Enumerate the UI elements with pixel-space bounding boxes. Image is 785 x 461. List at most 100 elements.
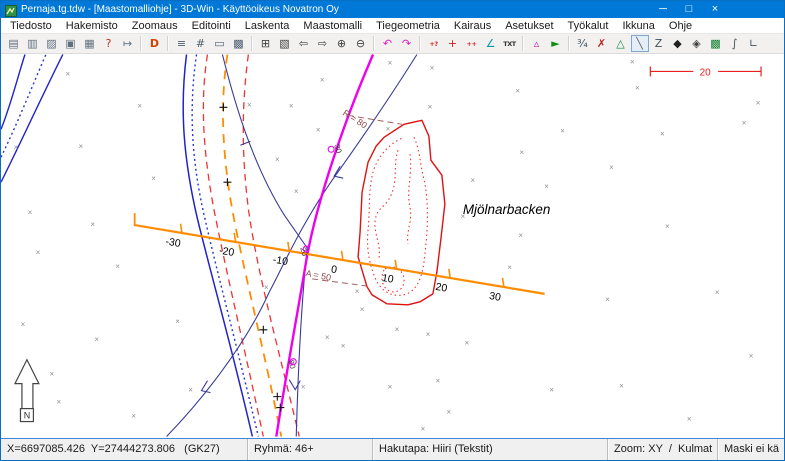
grid-point-marker: × — [447, 408, 452, 417]
check-points-icon[interactable]: ✗ — [593, 35, 611, 52]
grid-dialog-icon[interactable]: ▩ — [230, 35, 248, 52]
station-label: -10 — [272, 255, 289, 268]
grid-point-marker: × — [665, 222, 670, 231]
hook-tool-icon[interactable]: ∟ — [745, 35, 763, 52]
zoom-previous-icon[interactable]: ⇦ — [295, 35, 313, 52]
line-point-tool-icon[interactable]: ╲ — [631, 35, 649, 52]
xyz-convert-icon[interactable]: ¾ — [574, 35, 592, 52]
grid-point-marker: × — [749, 352, 754, 361]
north-arrow-icon: N — [15, 360, 39, 422]
menu-tiegeometria[interactable]: Tiegeometria — [369, 20, 447, 32]
station-label: -20 — [218, 246, 235, 259]
model-shield-icon[interactable]: ▩ — [707, 35, 725, 52]
menu-laskenta[interactable]: Laskenta — [238, 20, 297, 32]
grid-point-marker: × — [320, 75, 325, 84]
status-group: Ryhmä: 46+ — [248, 439, 373, 460]
file-save-icon[interactable]: ▥ — [24, 35, 42, 52]
status-search-mode: Hakutapa: Hiiri (Tekstit) — [373, 439, 608, 460]
grid-point-marker: × — [430, 63, 435, 72]
zoom-window-icon[interactable]: ▧ — [276, 35, 294, 52]
zoom-extents-icon[interactable]: ⊞ — [257, 35, 275, 52]
tangent-point-circle — [328, 146, 334, 152]
profile-tool-icon[interactable]: ▵ — [528, 35, 546, 52]
survey-point-marker — [276, 404, 284, 412]
menu-editointi[interactable]: Editointi — [185, 20, 238, 32]
menu-kairaus[interactable]: Kairaus — [447, 20, 498, 32]
model-circle-icon[interactable]: ◈ — [688, 35, 706, 52]
menu-ikkuna[interactable]: Ikkuna — [615, 20, 661, 32]
station-label: 30 — [488, 291, 501, 304]
zoom-out-icon[interactable]: ⊖ — [352, 35, 370, 52]
hill-contour-finger-dotted — [408, 154, 411, 244]
tin-model-icon[interactable]: ◆ — [669, 35, 687, 52]
dialog-icon[interactable]: ▭ — [211, 35, 229, 52]
scale-bar-label: 20 — [700, 67, 712, 78]
maximize-button[interactable]: □ — [676, 1, 702, 18]
station-label: -30 — [165, 237, 182, 250]
angle-tool-icon[interactable]: ∠ — [482, 35, 500, 52]
redo-icon[interactable]: ↷ — [398, 35, 416, 52]
grid-point-marker: × — [426, 330, 431, 339]
grid-point-marker: × — [619, 382, 624, 391]
close-button[interactable]: × — [702, 1, 728, 18]
grid-point-marker: × — [464, 339, 469, 348]
map-canvas[interactable]: R = 80 A = 50 Mjölnarbacken 20 N — [1, 54, 784, 438]
zoom-next-icon[interactable]: ⇨ — [314, 35, 332, 52]
point-add-icon[interactable]: + — [444, 35, 462, 52]
point-move-icon[interactable]: ++ — [463, 35, 481, 52]
file-read-icon[interactable]: ▤ — [5, 35, 23, 52]
station-label: 0 — [330, 264, 338, 276]
station-label: 20 — [435, 282, 448, 295]
file-pages-icon[interactable]: ▦ — [81, 35, 99, 52]
print-icon[interactable]: ≡ — [173, 35, 191, 52]
minimize-button[interactable]: ─ — [650, 1, 676, 18]
grid-point-marker: × — [90, 220, 95, 229]
menu-hakemisto[interactable]: Hakemisto — [59, 20, 125, 32]
menu-zoomaus[interactable]: Zoomaus — [125, 20, 185, 32]
menu-maastomalli[interactable]: Maastomalli — [296, 20, 369, 32]
grid-point-marker: × — [388, 383, 393, 392]
grid-point-marker: × — [28, 208, 33, 217]
file-copy-icon[interactable]: ▣ — [62, 35, 80, 52]
zoom-in-icon[interactable]: ⊕ — [333, 35, 351, 52]
grid-point-marker: × — [289, 101, 294, 110]
map-drawing: R = 80 A = 50 Mjölnarbacken 20 N — [1, 54, 784, 438]
grid-point-marker: × — [756, 98, 761, 107]
logo-d-icon[interactable]: D — [146, 35, 164, 52]
hill-contour-finger-dotted — [375, 150, 398, 258]
status-zoom-mode: Zoom: XY / Kulmat — [608, 439, 718, 460]
grid-point-marker: × — [325, 333, 330, 342]
grid-point-marker: × — [386, 124, 391, 133]
grid-point-marker: × — [21, 320, 26, 329]
toolbar: ▤▥▨▣▦?↦D≡#▭▩⊞▧⇦⇨⊕⊖↶↷+?+++∠TXT▵►¾✗△╲Z◆◈▩∫… — [1, 33, 784, 54]
grid-point-marker: × — [355, 287, 360, 296]
menu-tiedosto[interactable]: Tiedosto — [3, 20, 59, 32]
status-mask: Maski ei kä — [718, 439, 784, 460]
grid-point-marker: × — [66, 69, 71, 78]
line-z-icon[interactable]: Z — [650, 35, 668, 52]
toolbar-separator — [522, 36, 524, 51]
triangle-label-icon[interactable]: △ — [612, 35, 630, 52]
undo-icon[interactable]: ↶ — [379, 35, 397, 52]
file-export-icon[interactable]: ↦ — [119, 35, 137, 52]
file-browse-icon[interactable]: ▨ — [43, 35, 61, 52]
grid-point-marker: × — [301, 383, 306, 392]
scale-bar: 20 — [650, 66, 761, 78]
file-help-icon[interactable]: ? — [100, 35, 118, 52]
flag-tool-icon[interactable]: ► — [547, 35, 565, 52]
curve-fit-icon[interactable]: ∫ — [726, 35, 744, 52]
calculator-icon[interactable]: # — [192, 35, 210, 52]
hill-contour-outer — [358, 120, 445, 305]
point-search-icon[interactable]: +? — [425, 35, 443, 52]
menu-ohje[interactable]: Ohje — [662, 20, 699, 32]
menu-ty-kalut[interactable]: Työkalut — [561, 20, 616, 32]
grid-point-marker: × — [36, 248, 41, 257]
text-tool-icon[interactable]: TXT — [501, 35, 519, 52]
grid-point-marker: × — [549, 386, 554, 395]
titlebar: Pernaja.tg.tdw - [Maastomalliohje] - 3D-… — [1, 1, 784, 18]
menu-asetukset[interactable]: Asetukset — [498, 20, 560, 32]
survey-point-marker — [223, 178, 231, 186]
window-title: Pernaja.tg.tdw - [Maastomalliohje] - 3D-… — [21, 4, 650, 15]
grid-point-marker: × — [14, 143, 19, 152]
grid-point-marker: × — [470, 176, 475, 185]
